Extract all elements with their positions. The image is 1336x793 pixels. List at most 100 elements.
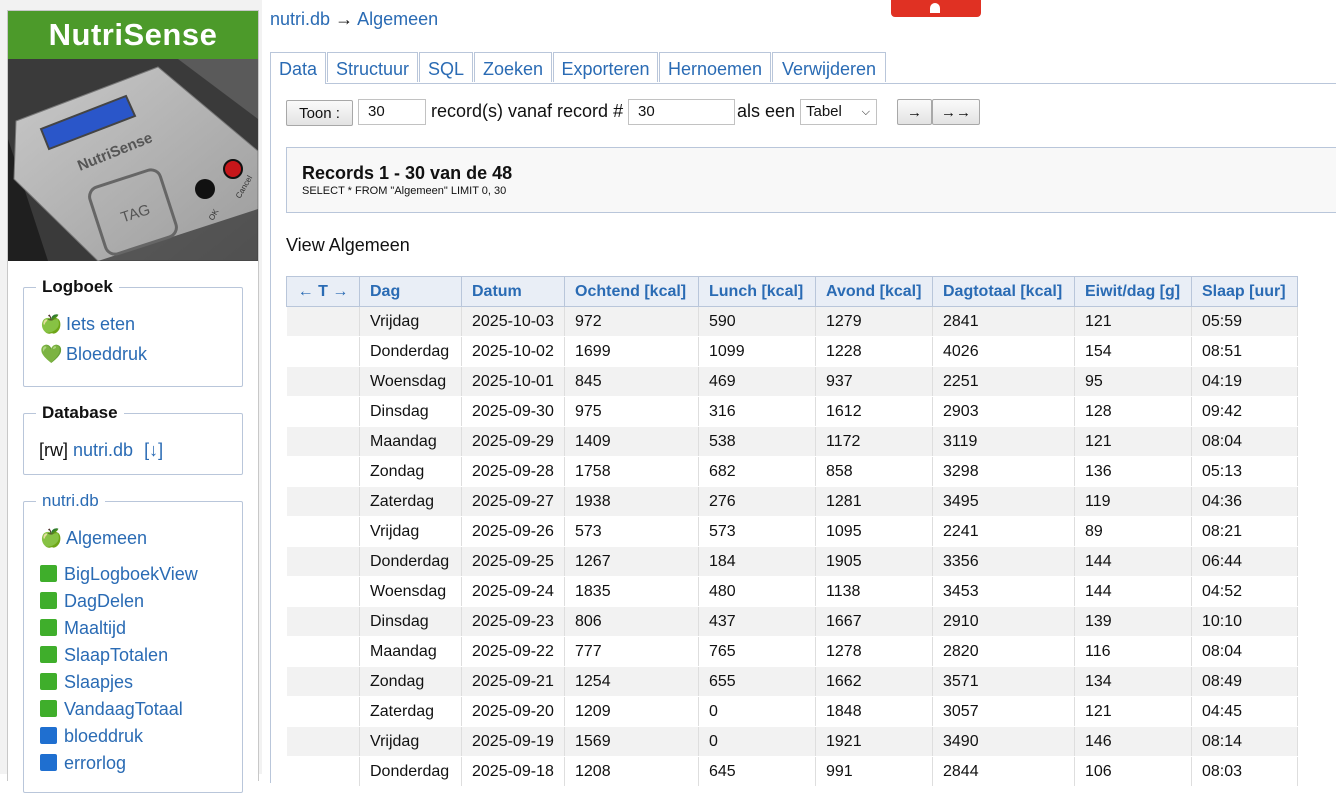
row-control-cell[interactable] xyxy=(286,576,360,607)
table-cell: 2251 xyxy=(932,366,1075,397)
column-header[interactable]: Lunch [kcal] xyxy=(698,276,816,307)
table-row[interactable]: Dinsdag 2025-09-30 975 316 1612 2903 128 09:42 xyxy=(286,396,1298,427)
format-select[interactable]: Tabel ⌵ xyxy=(800,99,877,125)
table-cell: 276 xyxy=(698,486,816,517)
table-cell: 2025-09-28 xyxy=(461,456,565,487)
table-cell: Zaterdag xyxy=(359,486,462,517)
row-control-cell[interactable] xyxy=(286,456,360,487)
logbook-item-bloodpressure[interactable]: 💚 Bloeddruk xyxy=(40,343,147,365)
row-control-cell[interactable] xyxy=(286,336,360,367)
table-cell: Woensdag xyxy=(359,576,462,607)
logbook-item-eat[interactable]: 🍏 Iets eten xyxy=(40,313,135,335)
row-control-cell[interactable] xyxy=(286,396,360,427)
column-header[interactable]: Eiwit/dag [g] xyxy=(1074,276,1192,307)
table-cell: 845 xyxy=(564,366,699,397)
sidebar-item-maaltijd[interactable]: Maaltijd xyxy=(40,617,126,639)
table-cell: Maandag xyxy=(359,636,462,667)
table-cell: Vrijdag xyxy=(359,306,462,337)
table-cell: 2841 xyxy=(932,306,1075,337)
table-row[interactable]: Dinsdag 2025-09-23 806 437 1667 2910 139 10:10 xyxy=(286,606,1298,637)
row-control-cell[interactable] xyxy=(286,636,360,667)
show-button[interactable]: Toon : xyxy=(286,100,353,126)
table-row[interactable]: Donderdag 2025-09-25 1267 184 1905 3356 144 06:… xyxy=(286,546,1298,577)
table-cell: 3356 xyxy=(932,546,1075,577)
table-cell: 1172 xyxy=(815,426,933,457)
table-cell: 2025-09-29 xyxy=(461,426,565,457)
table-header-row: ← T → Dag Datum Ochtend [kcal] Lunch [kc… xyxy=(286,276,1298,307)
table-row[interactable]: Maandag 2025-09-29 1409 538 1172 3119 121 08:04 xyxy=(286,426,1298,457)
sidebar-item-bloeddruk[interactable]: bloeddruk xyxy=(40,725,143,747)
sidebar-item-biglogboekview[interactable]: BigLogboekView xyxy=(40,563,198,585)
table-row[interactable]: Maandag 2025-09-22 777 765 1278 2820 116 08:04 xyxy=(286,636,1298,667)
tab-verwijderen[interactable]: Verwijderen xyxy=(772,52,886,82)
row-control-cell[interactable] xyxy=(286,546,360,577)
table-row[interactable]: Vrijdag 2025-09-19 1569 0 1921 3490 146 08:14 xyxy=(286,726,1298,757)
breadcrumb-table-link[interactable]: Algemeen xyxy=(357,9,438,29)
record-count-input[interactable]: 30 xyxy=(358,99,426,125)
row-control-cell[interactable] xyxy=(286,696,360,727)
tab-hernoemen[interactable]: Hernoemen xyxy=(659,52,771,82)
row-control-cell[interactable] xyxy=(286,426,360,457)
tab-zoeken[interactable]: Zoeken xyxy=(474,52,552,82)
tables-panel: nutri.db 🍏 Algemeen BigLogboekView DagDel… xyxy=(23,491,243,793)
table-cell: 106 xyxy=(1074,756,1192,787)
column-header[interactable]: Ochtend [kcal] xyxy=(564,276,699,307)
row-control-cell[interactable] xyxy=(286,666,360,697)
table-icon xyxy=(40,754,57,771)
database-name-link[interactable]: nutri.db xyxy=(73,440,133,460)
table-cell: 0 xyxy=(698,726,816,757)
table-row[interactable]: Zaterdag 2025-09-27 1938 276 1281 3495 119 04:3… xyxy=(286,486,1298,517)
table-cell: 184 xyxy=(698,546,816,577)
table-row[interactable]: Zondag 2025-09-21 1254 655 1662 3571 134 08:49 xyxy=(286,666,1298,697)
sidebar-item-algemeen[interactable]: 🍏 Algemeen xyxy=(40,527,147,549)
view-icon xyxy=(40,673,57,690)
table-row[interactable]: Zaterdag 2025-09-20 1209 0 1848 3057 121 04:45 xyxy=(286,696,1298,727)
tab-data[interactable]: Data xyxy=(270,52,326,84)
as-label: als een xyxy=(737,101,796,121)
column-header[interactable]: Avond [kcal] xyxy=(815,276,933,307)
table-cell: 95 xyxy=(1074,366,1192,397)
top-notification-tab[interactable] xyxy=(891,0,981,17)
row-control-cell[interactable] xyxy=(286,486,360,517)
table-row[interactable]: Woensdag 2025-09-24 1835 480 1138 3453 144 04:5… xyxy=(286,576,1298,607)
row-control-cell[interactable] xyxy=(286,606,360,637)
column-header[interactable]: Dag xyxy=(359,276,462,307)
sidebar-item-errorlog[interactable]: errorlog xyxy=(40,752,126,774)
sidebar-item-label: DagDelen xyxy=(64,591,145,611)
last-page-button[interactable]: →→ xyxy=(932,99,980,125)
apple-icon: 🍏 xyxy=(40,528,63,548)
table-row[interactable]: Woensdag 2025-10-01 845 469 937 2251 95 04:19 xyxy=(286,366,1298,397)
tab-sql[interactable]: SQL xyxy=(419,52,473,82)
table-row[interactable]: Vrijdag 2025-10-03 972 590 1279 2841 121 05:59 xyxy=(286,306,1298,337)
from-record-label: record(s) vanaf record # xyxy=(431,101,624,121)
table-cell: 1569 xyxy=(564,726,699,757)
sidebar-item-vandaagtotaal[interactable]: VandaagTotaal xyxy=(40,698,183,720)
breadcrumb-db-link[interactable]: nutri.db xyxy=(270,9,330,29)
table-cell: 2025-10-03 xyxy=(461,306,565,337)
start-record-input[interactable]: 30 xyxy=(628,99,735,125)
sidebar-item-slaaptotalen[interactable]: SlaapTotalen xyxy=(40,644,168,666)
table-row[interactable]: Donderdag 2025-10-02 1699 1099 1228 4026 154 08… xyxy=(286,336,1298,367)
row-control-cell[interactable] xyxy=(286,756,360,787)
row-control-cell[interactable] xyxy=(286,516,360,547)
tab-exporteren[interactable]: Exporteren xyxy=(553,52,658,82)
table-cell: 1758 xyxy=(564,456,699,487)
table-cell: 1209 xyxy=(564,696,699,727)
row-control-cell[interactable] xyxy=(286,726,360,757)
sidebar-item-dagdelen[interactable]: DagDelen xyxy=(40,590,144,612)
sidebar-item-slaapjes[interactable]: Slaapjes xyxy=(40,671,133,693)
row-control-cell[interactable] xyxy=(286,306,360,337)
tab-structuur[interactable]: Structuur xyxy=(327,52,418,82)
next-page-button[interactable]: → xyxy=(897,99,932,125)
table-row[interactable]: Donderdag 2025-09-18 1208 645 991 2844 106 08:0… xyxy=(286,756,1298,787)
table-row[interactable]: Zondag 2025-09-28 1758 682 858 3298 136 05:13 xyxy=(286,456,1298,487)
table-cell: 469 xyxy=(698,366,816,397)
column-header[interactable]: Datum xyxy=(461,276,565,307)
column-header[interactable]: Slaap [uur] xyxy=(1191,276,1298,307)
view-icon xyxy=(40,619,57,636)
row-control-cell[interactable] xyxy=(286,366,360,397)
table-row[interactable]: Vrijdag 2025-09-26 573 573 1095 2241 89 08:21 xyxy=(286,516,1298,547)
column-toggle-header[interactable]: ← T → xyxy=(286,276,360,307)
database-download-link[interactable]: [↓] xyxy=(144,440,163,460)
column-header[interactable]: Dagtotaal [kcal] xyxy=(932,276,1075,307)
